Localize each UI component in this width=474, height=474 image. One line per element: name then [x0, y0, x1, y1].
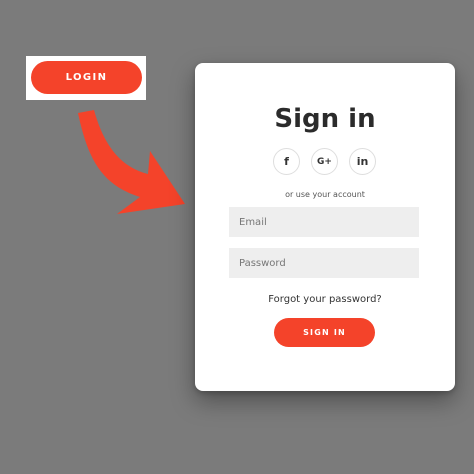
- forgot-password-link[interactable]: Forgot your password?: [195, 294, 455, 305]
- google-plus-icon[interactable]: G+: [311, 148, 338, 175]
- page-title: Sign in: [274, 104, 376, 134]
- facebook-icon[interactable]: f: [273, 148, 300, 175]
- sign-in-button[interactable]: SIGN IN: [274, 318, 375, 347]
- social-buttons: f G+ in: [273, 148, 376, 175]
- linkedin-icon[interactable]: in: [349, 148, 376, 175]
- password-field[interactable]: [229, 248, 419, 278]
- account-hint: or use your account: [285, 190, 365, 199]
- email-field[interactable]: [229, 207, 419, 237]
- sign-in-form: Sign in f G+ in or use your account Forg…: [195, 0, 455, 474]
